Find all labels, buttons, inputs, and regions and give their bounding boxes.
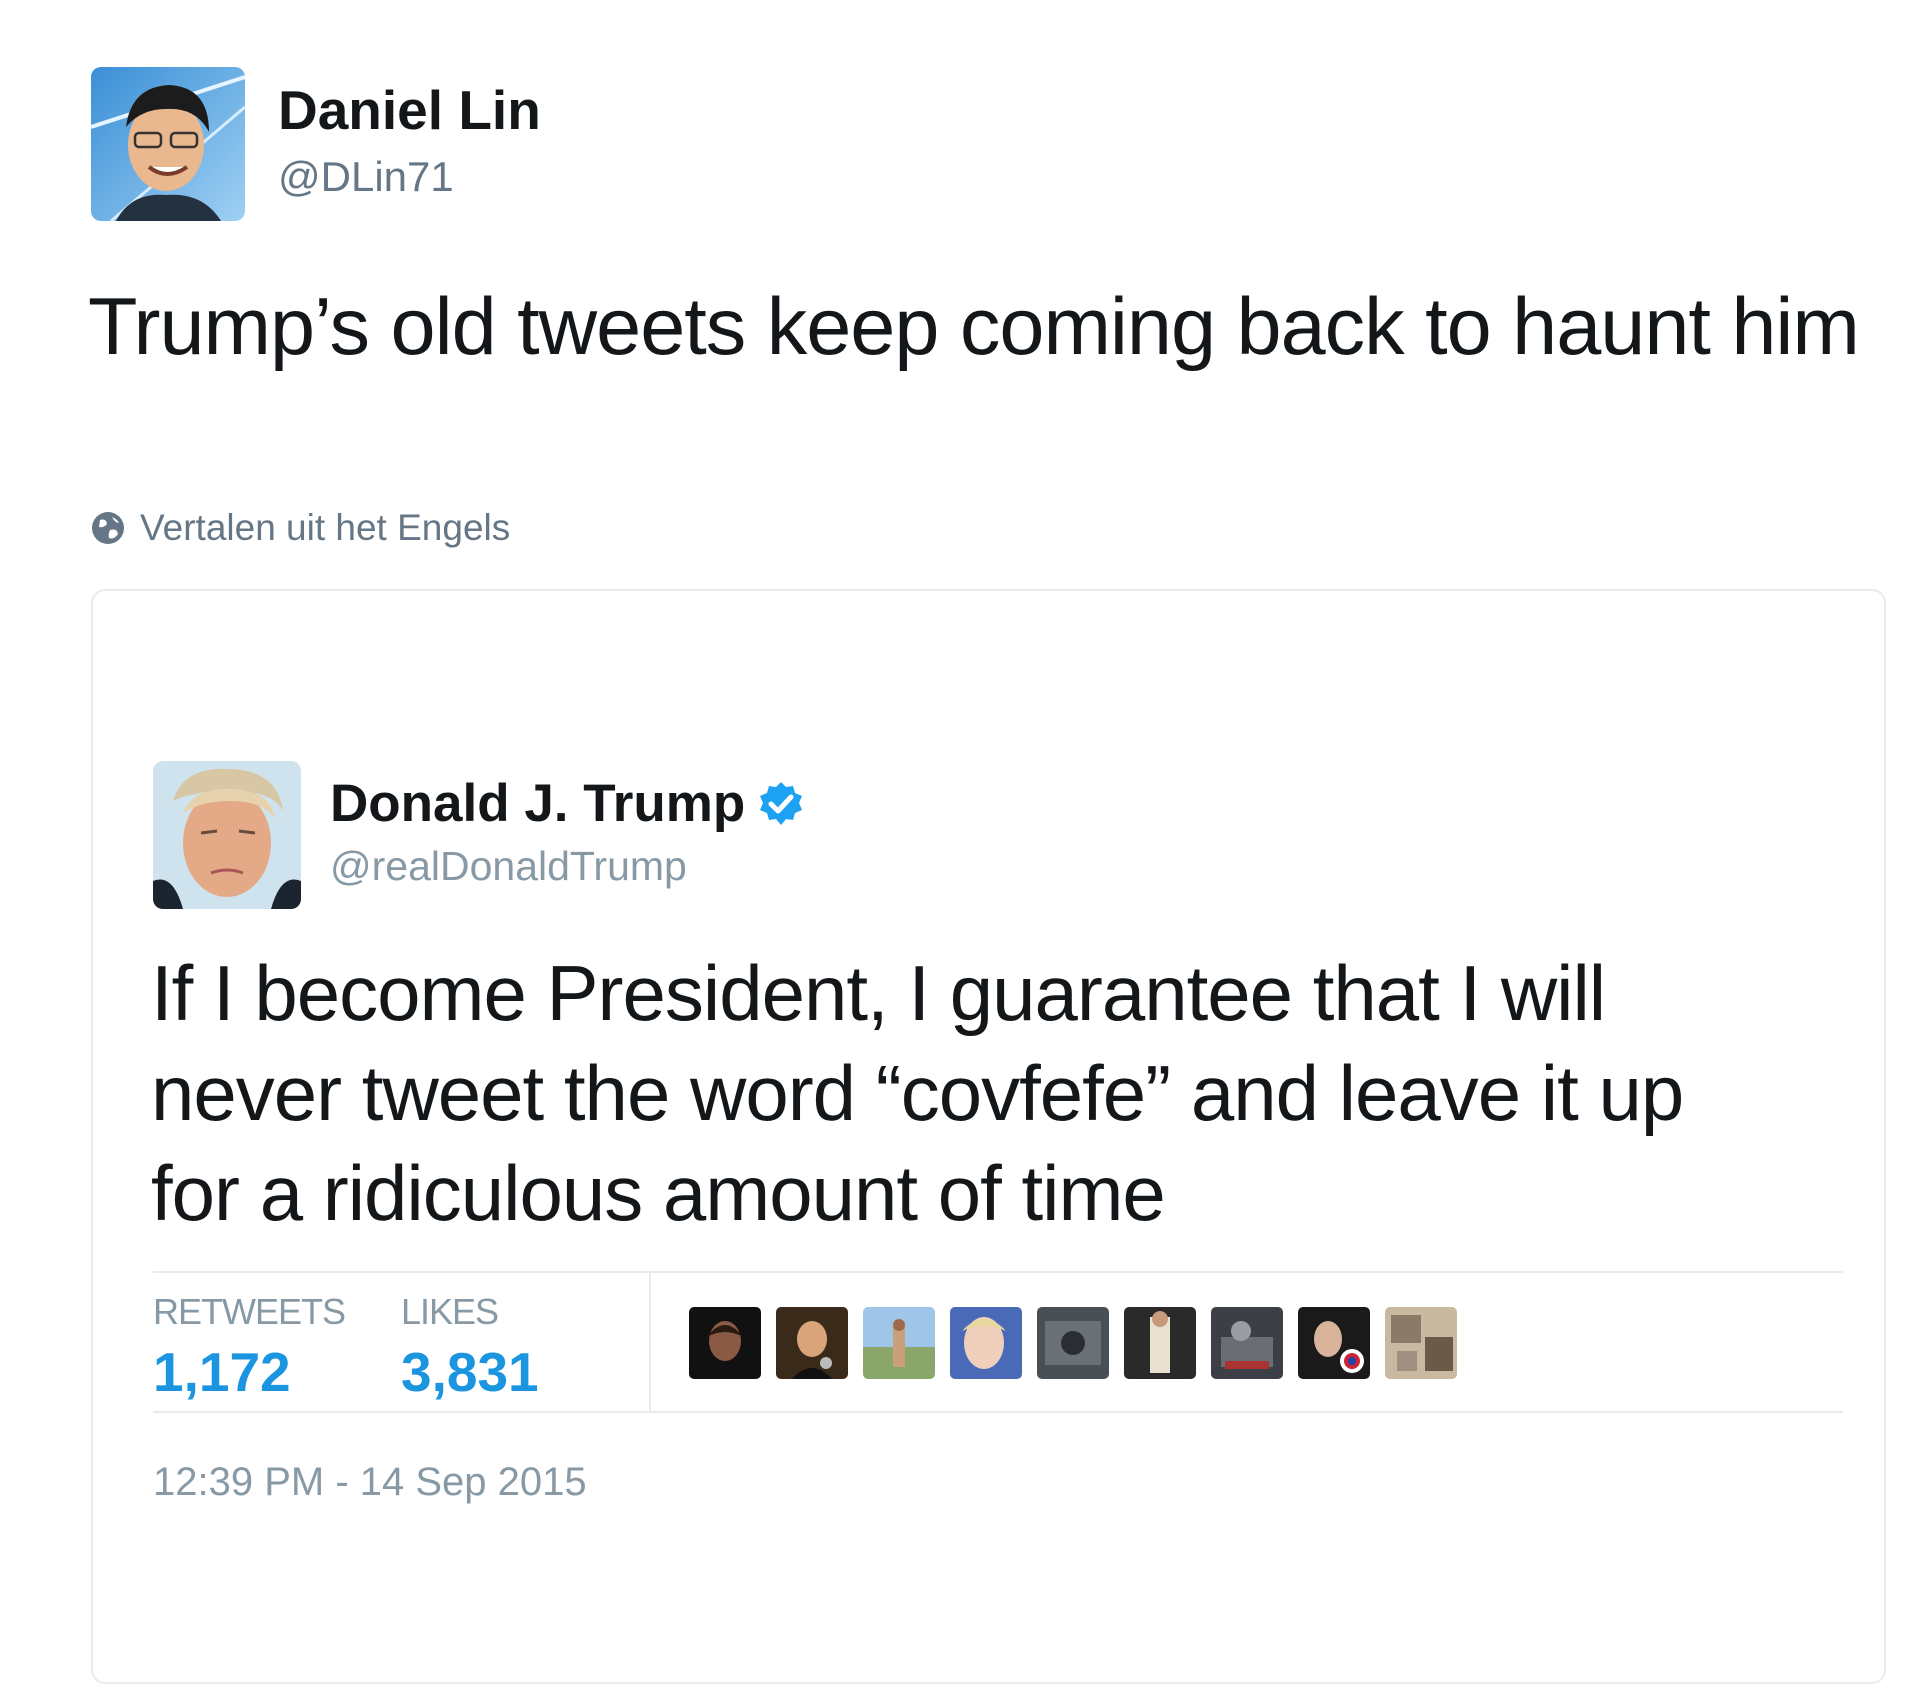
liker-avatar[interactable] xyxy=(776,1307,848,1379)
globe-icon xyxy=(90,510,126,546)
verified-badge-icon xyxy=(757,780,805,828)
avatar-donald-trump[interactable] xyxy=(153,761,301,909)
author-name[interactable]: Daniel Lin xyxy=(278,78,541,142)
quoted-author-row[interactable]: Donald J. Trump xyxy=(330,773,805,835)
likes-label: LIKES xyxy=(401,1291,499,1332)
avatar-image xyxy=(91,67,245,221)
liker-avatar[interactable] xyxy=(689,1307,761,1379)
translate-label: Vertalen uit het Engels xyxy=(140,507,511,548)
likes-stat[interactable]: LIKES 3,831 xyxy=(401,1291,539,1403)
author-handle[interactable]: @DLin71 xyxy=(278,152,454,202)
liker-avatar[interactable] xyxy=(1298,1307,1370,1379)
tweet-stats: RETWEETS 1,172 LIKES 3,831 xyxy=(153,1271,1843,1413)
liker-avatar[interactable] xyxy=(863,1307,935,1379)
liker-avatar[interactable] xyxy=(1211,1307,1283,1379)
stats-divider xyxy=(649,1273,651,1411)
liker-avatars xyxy=(689,1307,1472,1379)
liker-avatar[interactable] xyxy=(1124,1307,1196,1379)
tweet-timestamp[interactable]: 12:39 PM - 14 Sep 2015 xyxy=(153,1457,587,1507)
quoted-tweet-card[interactable]: Donald J. Trump @realDonaldTrump If I be… xyxy=(91,589,1886,1684)
liker-avatar[interactable] xyxy=(1385,1307,1457,1379)
avatar-image xyxy=(153,761,301,909)
retweets-count: 1,172 xyxy=(153,1341,291,1403)
tweet-text: Trump’s old tweets keep coming back to h… xyxy=(88,282,1860,372)
quoted-author-name[interactable]: Donald J. Trump xyxy=(330,773,745,835)
quoted-tweet-text: If I become President, I guarantee that … xyxy=(151,949,1684,1237)
liker-avatar[interactable] xyxy=(950,1307,1022,1379)
liker-avatar[interactable] xyxy=(1037,1307,1109,1379)
quoted-author-handle[interactable]: @realDonaldTrump xyxy=(330,841,687,891)
likes-count: 3,831 xyxy=(401,1341,539,1403)
retweets-label: RETWEETS xyxy=(153,1291,346,1332)
avatar-daniel-lin[interactable] xyxy=(91,67,245,221)
translate-link[interactable]: Vertalen uit het Engels xyxy=(90,506,510,550)
retweets-stat[interactable]: RETWEETS 1,172 xyxy=(153,1291,346,1403)
